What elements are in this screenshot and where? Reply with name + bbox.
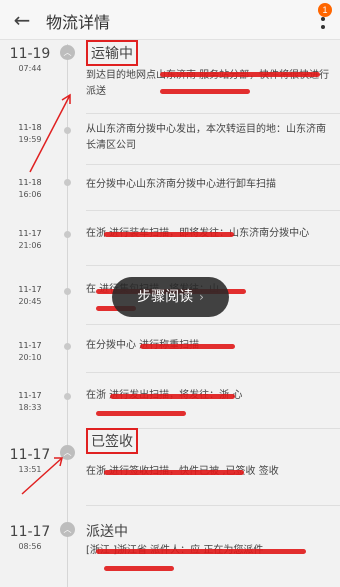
chevron-up-icon[interactable]: ︿ (60, 45, 75, 60)
entry-date: 11-18 16:06 (18, 178, 42, 199)
timeline-dot (64, 288, 71, 295)
step-reading-label: 步骤阅读 (137, 289, 194, 305)
chevron-up-icon[interactable]: ︿ (60, 445, 75, 460)
entry-date: 11-17 08:56 (9, 524, 51, 551)
status-label: 已签收 (86, 428, 138, 454)
notification-badge: 1 (318, 3, 332, 17)
timeline-dot (64, 127, 71, 134)
entry-date: 11-19 07:44 (9, 46, 51, 73)
status-label: 运输中 (86, 40, 138, 66)
entry-date: 11-18 19:59 (18, 123, 42, 144)
page-title: 物流详情 (46, 13, 111, 32)
entry-date: 11-17 18:33 (18, 391, 42, 412)
divider (86, 113, 340, 114)
top-bar: ← 物流详情 1 (0, 0, 340, 40)
divider (86, 164, 340, 165)
back-arrow-icon[interactable]: ← (8, 6, 36, 34)
entry-date: 11-17 20:10 (18, 341, 42, 362)
timeline-dot (64, 393, 71, 400)
divider (86, 210, 340, 211)
entry-description: 从山东济南分拨中心发出，本次转运目的地：山东济南长清区公司 (86, 124, 326, 151)
entry-date: 11-17 21:06 (18, 229, 42, 250)
divider (86, 372, 340, 373)
timeline-line (67, 44, 68, 587)
redaction-mark (104, 470, 244, 475)
chevron-right-icon: › (199, 290, 204, 304)
redaction-mark (110, 394, 235, 399)
redaction-mark (160, 72, 320, 77)
step-reading-button[interactable]: 步骤阅读 › (112, 277, 229, 317)
divider (86, 324, 340, 325)
redaction-mark (104, 232, 234, 237)
timeline-dot (64, 343, 71, 350)
divider (86, 265, 340, 266)
redaction-mark (96, 549, 306, 554)
timeline-dot (64, 179, 71, 186)
divider (86, 505, 340, 506)
redaction-mark (160, 89, 250, 94)
entry-date: 11-17 20:45 (18, 285, 42, 306)
annotation-arrowhead (61, 93, 71, 104)
redaction-mark (104, 566, 174, 571)
entry-date: 11-17 13:51 (9, 447, 51, 474)
timeline-dot (64, 231, 71, 238)
chevron-up-icon[interactable]: ︿ (60, 522, 75, 537)
entry-description: 在分拨中心山东济南分拨中心进行卸车扫描 (86, 179, 276, 190)
redaction-mark (96, 411, 186, 416)
status-label: 派送中 (86, 524, 128, 540)
redaction-mark (140, 344, 235, 349)
